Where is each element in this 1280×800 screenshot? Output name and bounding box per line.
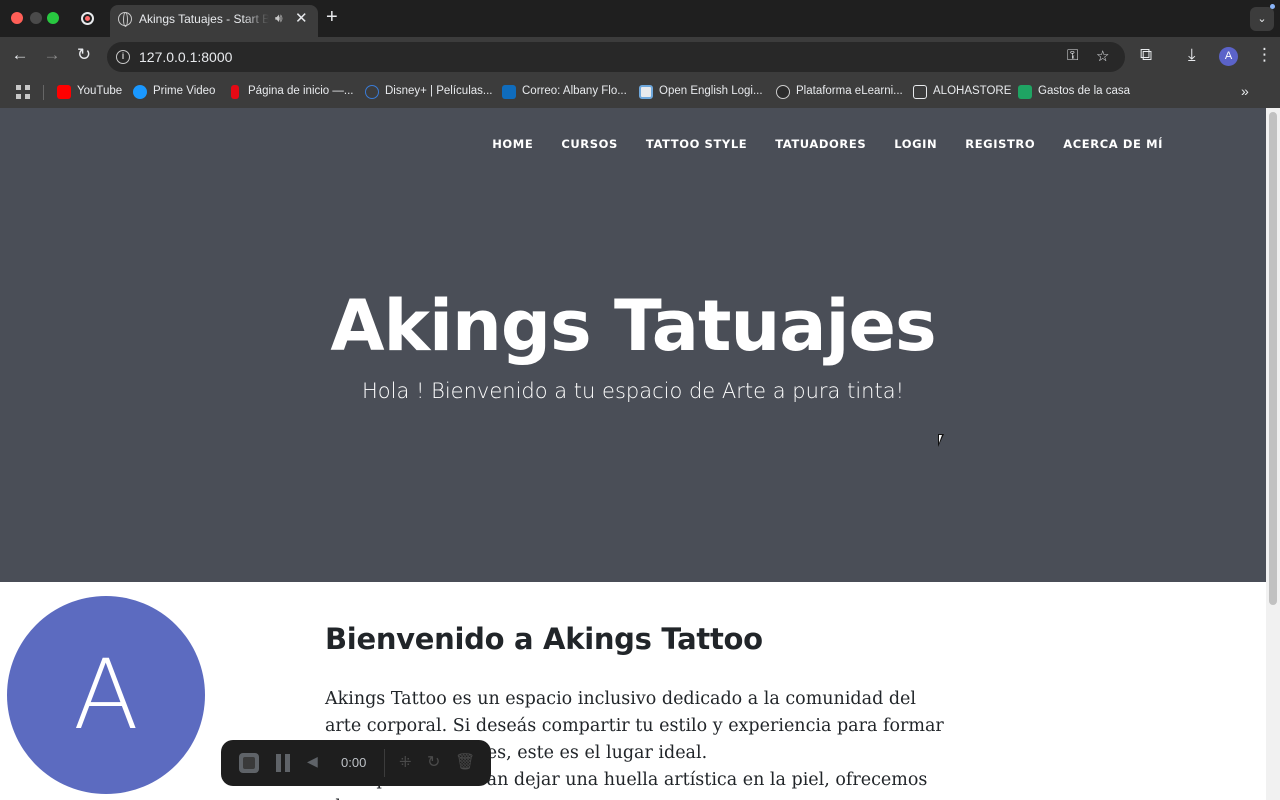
bookmark-label: Gastos de la casa bbox=[1038, 85, 1131, 97]
screen-recorder-bar: ◀ 0:00 ⁜ ↻ 🗑︎ bbox=[221, 740, 491, 786]
tab-close-icon[interactable]: ✕ bbox=[295, 9, 308, 27]
about-title: Bienvenido a Akings Tattoo bbox=[325, 622, 763, 656]
trash-icon[interactable]: 🗑︎ bbox=[455, 752, 475, 772]
netflix-icon bbox=[231, 85, 239, 99]
nav-cursos[interactable]: CURSOS bbox=[561, 137, 618, 151]
bookmark-label: Prime Video bbox=[153, 85, 216, 97]
bookmarks-bar: YouTube Prime Video Página de inicio —..… bbox=[0, 77, 1280, 108]
extensions-icon[interactable]: ⧉ bbox=[1140, 45, 1152, 65]
bookmark-label: Disney+ | Películas... bbox=[385, 85, 493, 97]
close-window-button[interactable] bbox=[11, 12, 23, 24]
browser-menu-icon[interactable]: ⋮ bbox=[1256, 45, 1273, 65]
scrollbar-thumb[interactable] bbox=[1269, 112, 1277, 605]
address-bar[interactable]: i 127.0.0.1:8000 ⚿ ☆ bbox=[107, 42, 1125, 72]
bookmark-label: ALOHASTORE bbox=[933, 85, 1012, 97]
about-avatar: A bbox=[7, 596, 205, 794]
bookmark-star-icon[interactable]: ☆ bbox=[1096, 47, 1109, 65]
hero-subtitle: Hola ! Bienvenido a tu espacio de Arte a… bbox=[361, 379, 904, 403]
shopping-bag-icon bbox=[913, 85, 927, 99]
stop-recording-button[interactable] bbox=[239, 753, 259, 773]
url-text[interactable]: 127.0.0.1:8000 bbox=[139, 49, 232, 65]
apps-grid-icon[interactable] bbox=[16, 85, 30, 99]
site-info-icon[interactable]: i bbox=[116, 50, 130, 64]
bookmark-label: Correo: Albany Flo... bbox=[522, 85, 627, 97]
bookmarks-divider bbox=[43, 85, 44, 100]
more-bookmarks-icon[interactable]: » bbox=[1241, 83, 1249, 99]
nav-acerca-de-mi[interactable]: ACERCA DE MÍ bbox=[1063, 137, 1163, 151]
nav-tattoo-style[interactable]: TATTOO STYLE bbox=[646, 137, 747, 151]
nav-home[interactable]: HOME bbox=[492, 137, 533, 151]
prime-video-icon bbox=[133, 85, 147, 99]
bookmark-label: YouTube bbox=[77, 85, 123, 97]
forward-button[interactable]: → bbox=[40, 45, 64, 65]
reload-button[interactable]: ↻ bbox=[72, 45, 96, 65]
recorder-divider bbox=[384, 749, 385, 777]
bookmark-label: Plataforma eLearni... bbox=[796, 85, 903, 97]
disney-icon bbox=[365, 85, 379, 99]
outlook-icon bbox=[502, 85, 516, 99]
grid-icon[interactable]: ⁜ bbox=[399, 753, 412, 771]
nav-registro[interactable]: REGISTRO bbox=[965, 137, 1035, 151]
tab-akings-tatuajes[interactable]: Akings Tatuajes - Start Bo 🔊︎ ✕ bbox=[110, 5, 318, 37]
new-tab-button[interactable]: + bbox=[326, 6, 338, 28]
page-scrollbar[interactable] bbox=[1266, 108, 1280, 800]
back-button[interactable]: ← bbox=[8, 45, 32, 65]
pause-recording-button[interactable] bbox=[276, 754, 290, 772]
microphone-icon[interactable]: ◀ bbox=[307, 753, 318, 770]
nav-tatuadores[interactable]: TATUADORES bbox=[775, 137, 866, 151]
tab-title: Akings Tatuajes - Start Bo bbox=[139, 12, 269, 26]
google-sheets-icon bbox=[1018, 85, 1032, 99]
nav-login[interactable]: LOGIN bbox=[894, 137, 937, 151]
recording-timer: 0:00 bbox=[341, 755, 367, 770]
profile-avatar[interactable]: A bbox=[1219, 47, 1238, 66]
download-icon[interactable]: ⤓ bbox=[1188, 45, 1196, 65]
hero-section: HOME CURSOS TATTOO STYLE TATUADORES LOGI… bbox=[0, 108, 1266, 582]
browser-toolbar: ← → ↻ i 127.0.0.1:8000 ⚿ ☆ ⧉ ⤓ A ⋮ bbox=[0, 37, 1280, 77]
recording-icon[interactable] bbox=[81, 12, 94, 25]
notification-dot bbox=[1270, 4, 1275, 9]
password-key-icon[interactable]: ⚿ bbox=[1067, 47, 1078, 64]
bookmark-label: Open English Logi... bbox=[659, 85, 763, 97]
site-nav: HOME CURSOS TATTOO STYLE TATUADORES LOGI… bbox=[492, 137, 1163, 151]
hero-title: Akings Tatuajes bbox=[330, 285, 936, 367]
tab-search-button[interactable]: ⌄ bbox=[1250, 7, 1274, 31]
restart-icon[interactable]: ↻ bbox=[427, 752, 440, 772]
minimize-window-button[interactable] bbox=[30, 12, 42, 24]
page-viewport: HOME CURSOS TATTOO STYLE TATUADORES LOGI… bbox=[0, 108, 1280, 800]
maximize-window-button[interactable] bbox=[47, 12, 59, 24]
speaker-icon[interactable]: 🔊︎ bbox=[275, 11, 283, 26]
bookmark-label: Página de inicio —... bbox=[248, 85, 354, 97]
elearning-icon bbox=[776, 85, 790, 99]
mouse-cursor-icon bbox=[938, 434, 944, 447]
tab-bar: Akings Tatuajes - Start Bo 🔊︎ ✕ + ⌄ bbox=[0, 0, 1280, 37]
globe-icon bbox=[118, 12, 132, 27]
youtube-icon bbox=[57, 85, 71, 99]
open-english-icon bbox=[639, 85, 653, 99]
